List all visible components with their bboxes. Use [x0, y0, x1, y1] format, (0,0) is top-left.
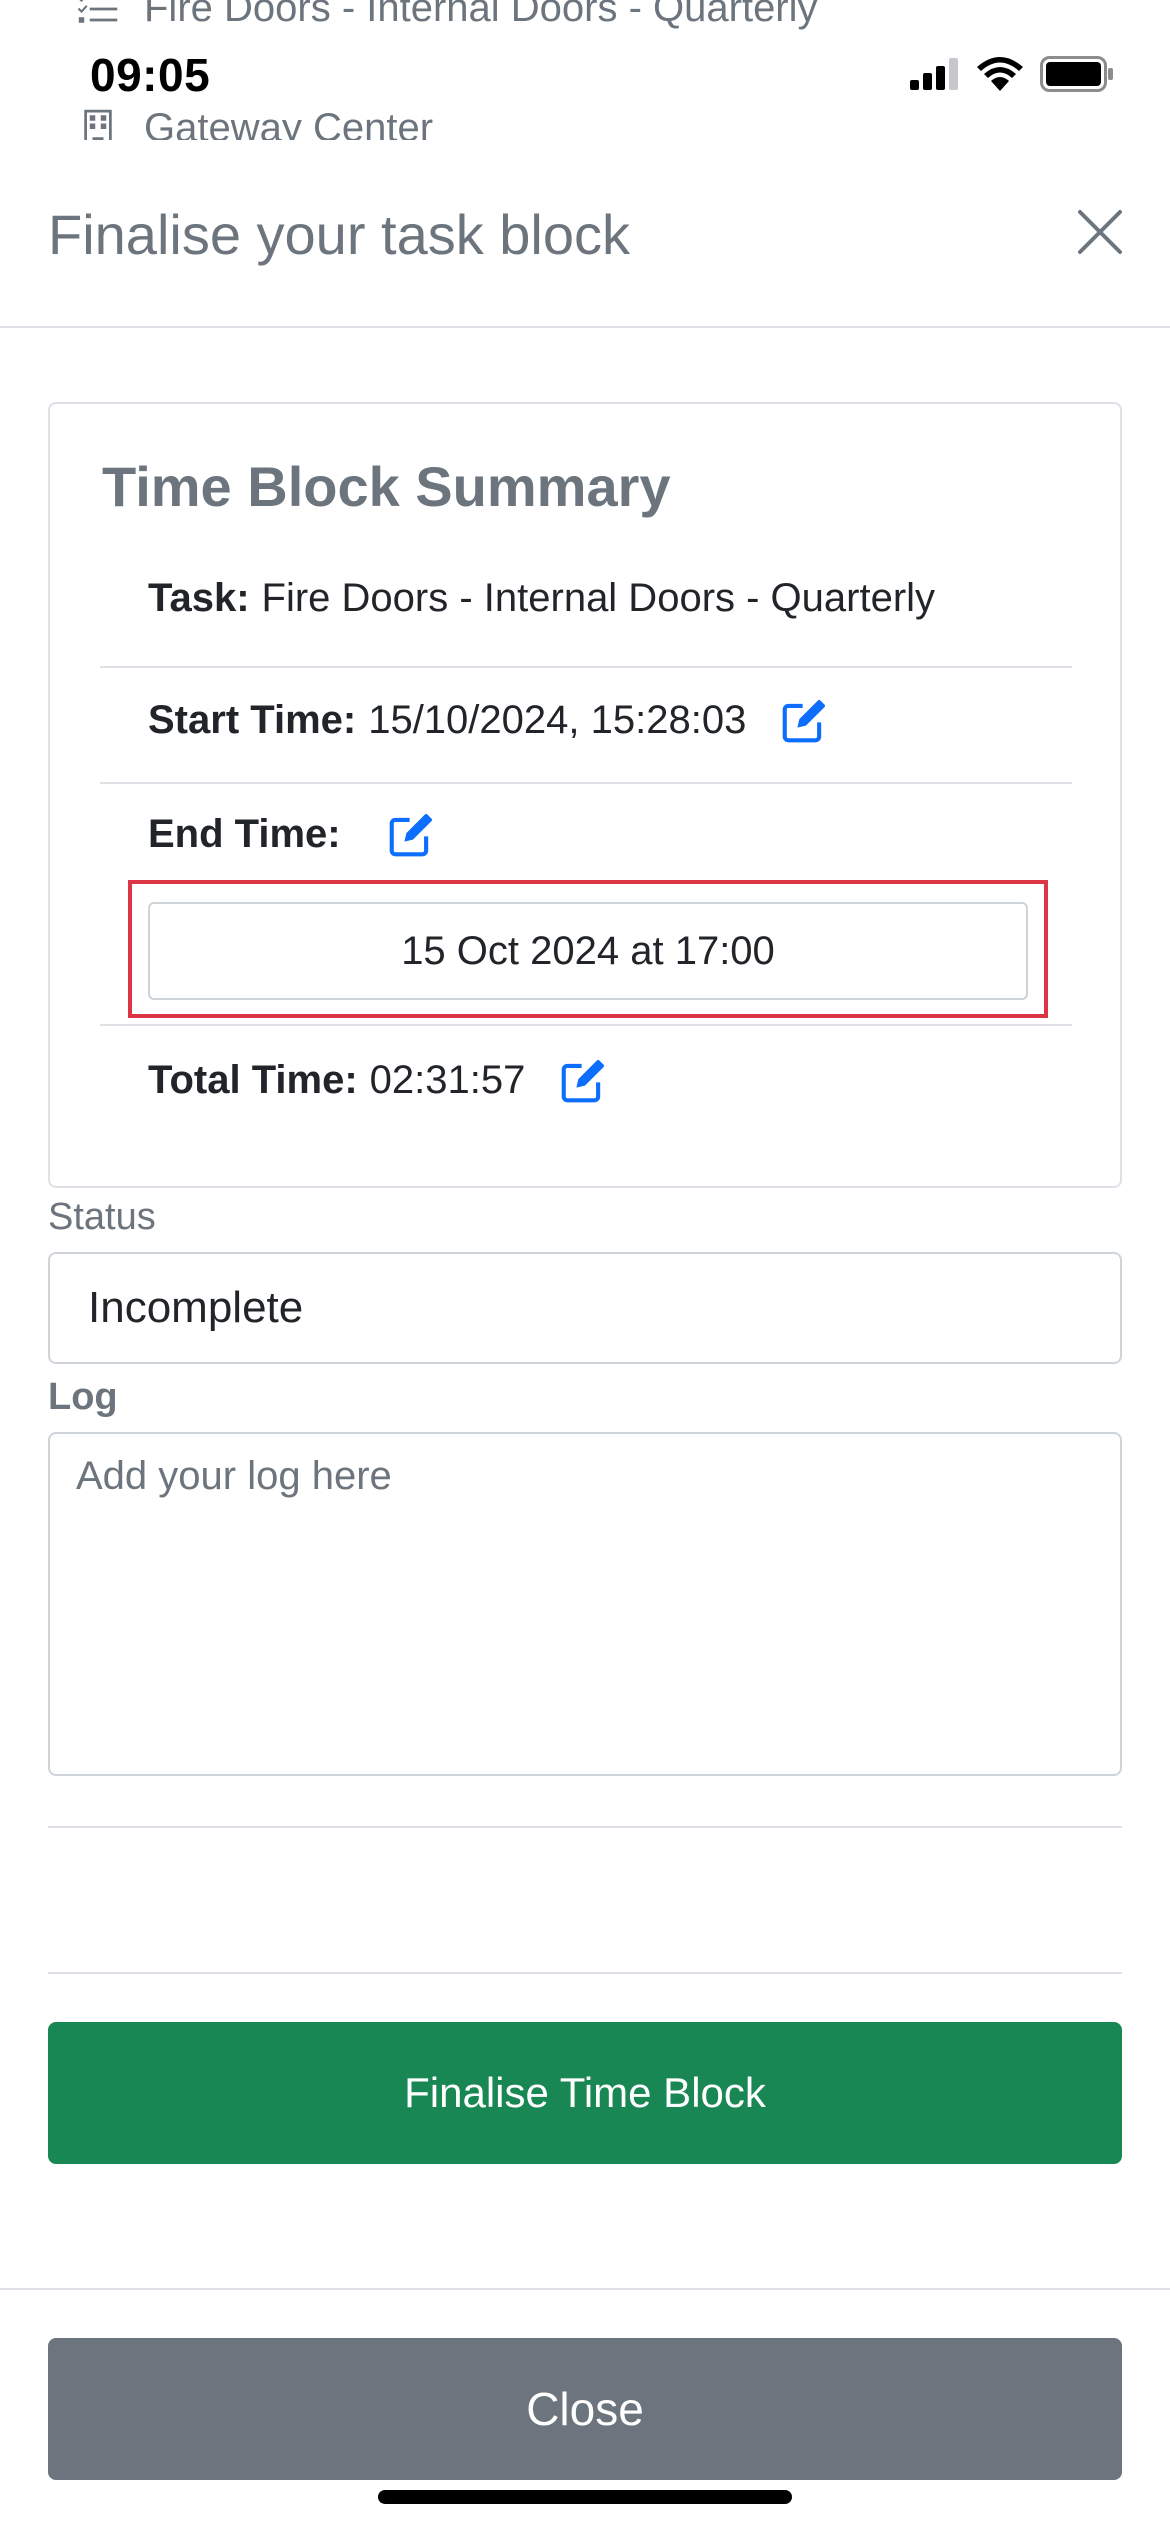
- close-icon[interactable]: [1074, 206, 1126, 258]
- battery-icon: [1040, 56, 1113, 92]
- end-time-picker[interactable]: 15 Oct 2024 at 17:00: [148, 902, 1028, 1000]
- background-task-row: Fire Doors - Internal Doors - Quarterly: [76, 0, 818, 31]
- divider: [48, 1826, 1122, 1828]
- status-bar-time: 09:05: [90, 49, 211, 101]
- cellular-signal-icon: [910, 58, 958, 90]
- edit-start-time-icon[interactable]: [782, 699, 826, 743]
- edit-end-time-icon[interactable]: [389, 813, 433, 857]
- end-time-label: End Time:: [148, 812, 341, 856]
- total-time-value: 02:31:57: [369, 1058, 526, 1102]
- finalise-time-block-button[interactable]: Finalise Time Block: [48, 2022, 1122, 2164]
- log-label: Log: [48, 1376, 118, 1418]
- home-indicator: [378, 2490, 792, 2504]
- task-label: Task:: [148, 576, 250, 620]
- checklist-icon: [77, 0, 118, 23]
- divider: [48, 1972, 1122, 1974]
- wifi-icon: [977, 57, 1023, 91]
- start-time-label: Start Time:: [148, 698, 357, 742]
- close-button[interactable]: Close: [48, 2338, 1122, 2480]
- modal-title: Finalise your task block: [48, 203, 631, 266]
- total-time-label: Total Time:: [148, 1058, 358, 1102]
- task-row: Task: Fire Doors - Internal Doors - Quar…: [100, 544, 1072, 668]
- edit-total-time-icon[interactable]: [561, 1059, 605, 1103]
- background-task-text: Fire Doors - Internal Doors - Quarterly: [144, 0, 818, 30]
- status-select[interactable]: Incomplete: [48, 1252, 1122, 1364]
- start-time-row: Start Time: 15/10/2024, 15:28:03: [100, 668, 1072, 784]
- modal-header: Finalise your task block: [0, 140, 1170, 328]
- summary-title: Time Block Summary: [102, 455, 671, 518]
- status-label: Status: [48, 1196, 156, 1238]
- start-time-value: 15/10/2024, 15:28:03: [368, 698, 747, 742]
- total-time-row: Total Time: 02:31:57: [100, 1026, 1072, 1142]
- finalise-modal: Finalise your task block Time Block Summ…: [0, 140, 1170, 2532]
- log-textarea[interactable]: [48, 1432, 1122, 1776]
- status-bar-icons: [910, 56, 1114, 92]
- time-block-summary-card: Time Block Summary Task: Fire Doors - In…: [48, 402, 1122, 1188]
- modal-footer-divider: [0, 2288, 1170, 2290]
- task-value: Fire Doors - Internal Doors - Quarterly: [261, 576, 936, 620]
